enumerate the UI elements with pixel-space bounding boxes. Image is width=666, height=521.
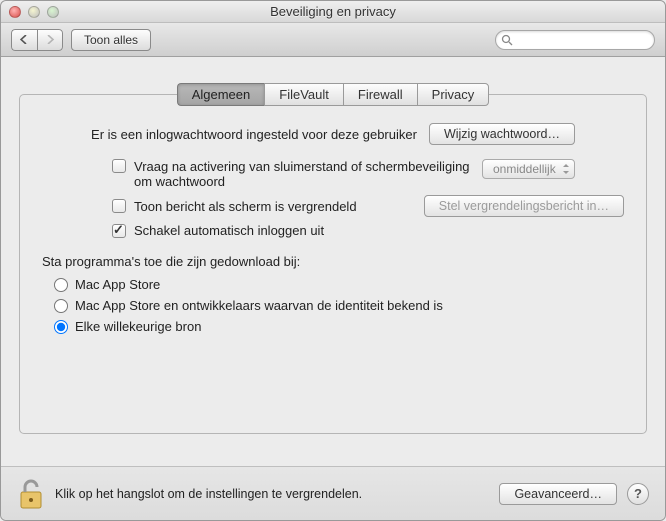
radio-mac-app-store[interactable] — [54, 278, 68, 292]
toolbar: Toon alles — [1, 23, 665, 57]
footer: Klik op het hangslot om de instellingen … — [1, 466, 665, 520]
general-panel: Er is een inlogwachtwoord ingesteld voor… — [19, 94, 647, 434]
forward-button[interactable] — [37, 29, 63, 51]
advanced-button[interactable]: Geavanceerd… — [499, 483, 617, 505]
chevron-left-icon — [20, 35, 29, 44]
search-wrap — [495, 30, 655, 50]
allow-apps-header: Sta programma's toe die zijn gedownload … — [42, 254, 624, 269]
radio-identified-developers[interactable] — [54, 299, 68, 313]
radio-anywhere[interactable] — [54, 320, 68, 334]
search-input[interactable] — [495, 30, 655, 50]
radio-mac-app-store-label: Mac App Store — [75, 277, 160, 292]
delay-popup[interactable]: onmiddellijk — [482, 159, 575, 179]
window-title: Beveiliging en privacy — [1, 4, 665, 19]
tab-firewall[interactable]: Firewall — [343, 83, 417, 106]
radio-anywhere-label: Elke willekeurige bron — [75, 319, 201, 334]
show-message-checkbox[interactable] — [112, 199, 126, 213]
tab-general[interactable]: Algemeen — [177, 83, 265, 106]
preferences-window: Beveiliging en privacy Toon alles Algeme… — [0, 0, 666, 521]
nav-buttons — [11, 29, 63, 51]
lock-text: Klik op het hangslot om de instellingen … — [55, 487, 362, 501]
close-window-button[interactable] — [9, 6, 21, 18]
titlebar: Beveiliging en privacy — [1, 1, 665, 23]
tab-filevault[interactable]: FileVault — [264, 83, 343, 106]
tab-privacy[interactable]: Privacy — [417, 83, 490, 106]
disable-auto-login-label: Schakel automatisch inloggen uit — [134, 223, 324, 238]
help-button[interactable]: ? — [627, 483, 649, 505]
search-icon — [501, 34, 513, 46]
minimize-window-button[interactable] — [28, 6, 40, 18]
traffic-lights — [9, 6, 59, 18]
require-password-label: Vraag na activering van sluimerstand of … — [134, 159, 474, 189]
radio-identified-developers-label: Mac App Store en ontwikkelaars waarvan d… — [75, 298, 443, 313]
chevron-right-icon — [46, 35, 55, 44]
lock-icon[interactable] — [17, 478, 45, 510]
content: Algemeen FileVault Firewall Privacy Er i… — [1, 57, 665, 466]
require-password-checkbox[interactable] — [112, 159, 126, 173]
set-lock-message-button[interactable]: Stel vergrendelingsbericht in… — [424, 195, 624, 217]
tab-strip: Algemeen FileVault Firewall Privacy — [19, 83, 647, 106]
show-message-label: Toon bericht als scherm is vergrendeld — [134, 199, 357, 214]
show-all-button[interactable]: Toon alles — [71, 29, 151, 51]
zoom-window-button[interactable] — [47, 6, 59, 18]
disable-auto-login-checkbox[interactable] — [112, 224, 126, 238]
change-password-button[interactable]: Wijzig wachtwoord… — [429, 123, 575, 145]
back-button[interactable] — [11, 29, 37, 51]
password-set-text: Er is een inlogwachtwoord ingesteld voor… — [91, 127, 417, 142]
